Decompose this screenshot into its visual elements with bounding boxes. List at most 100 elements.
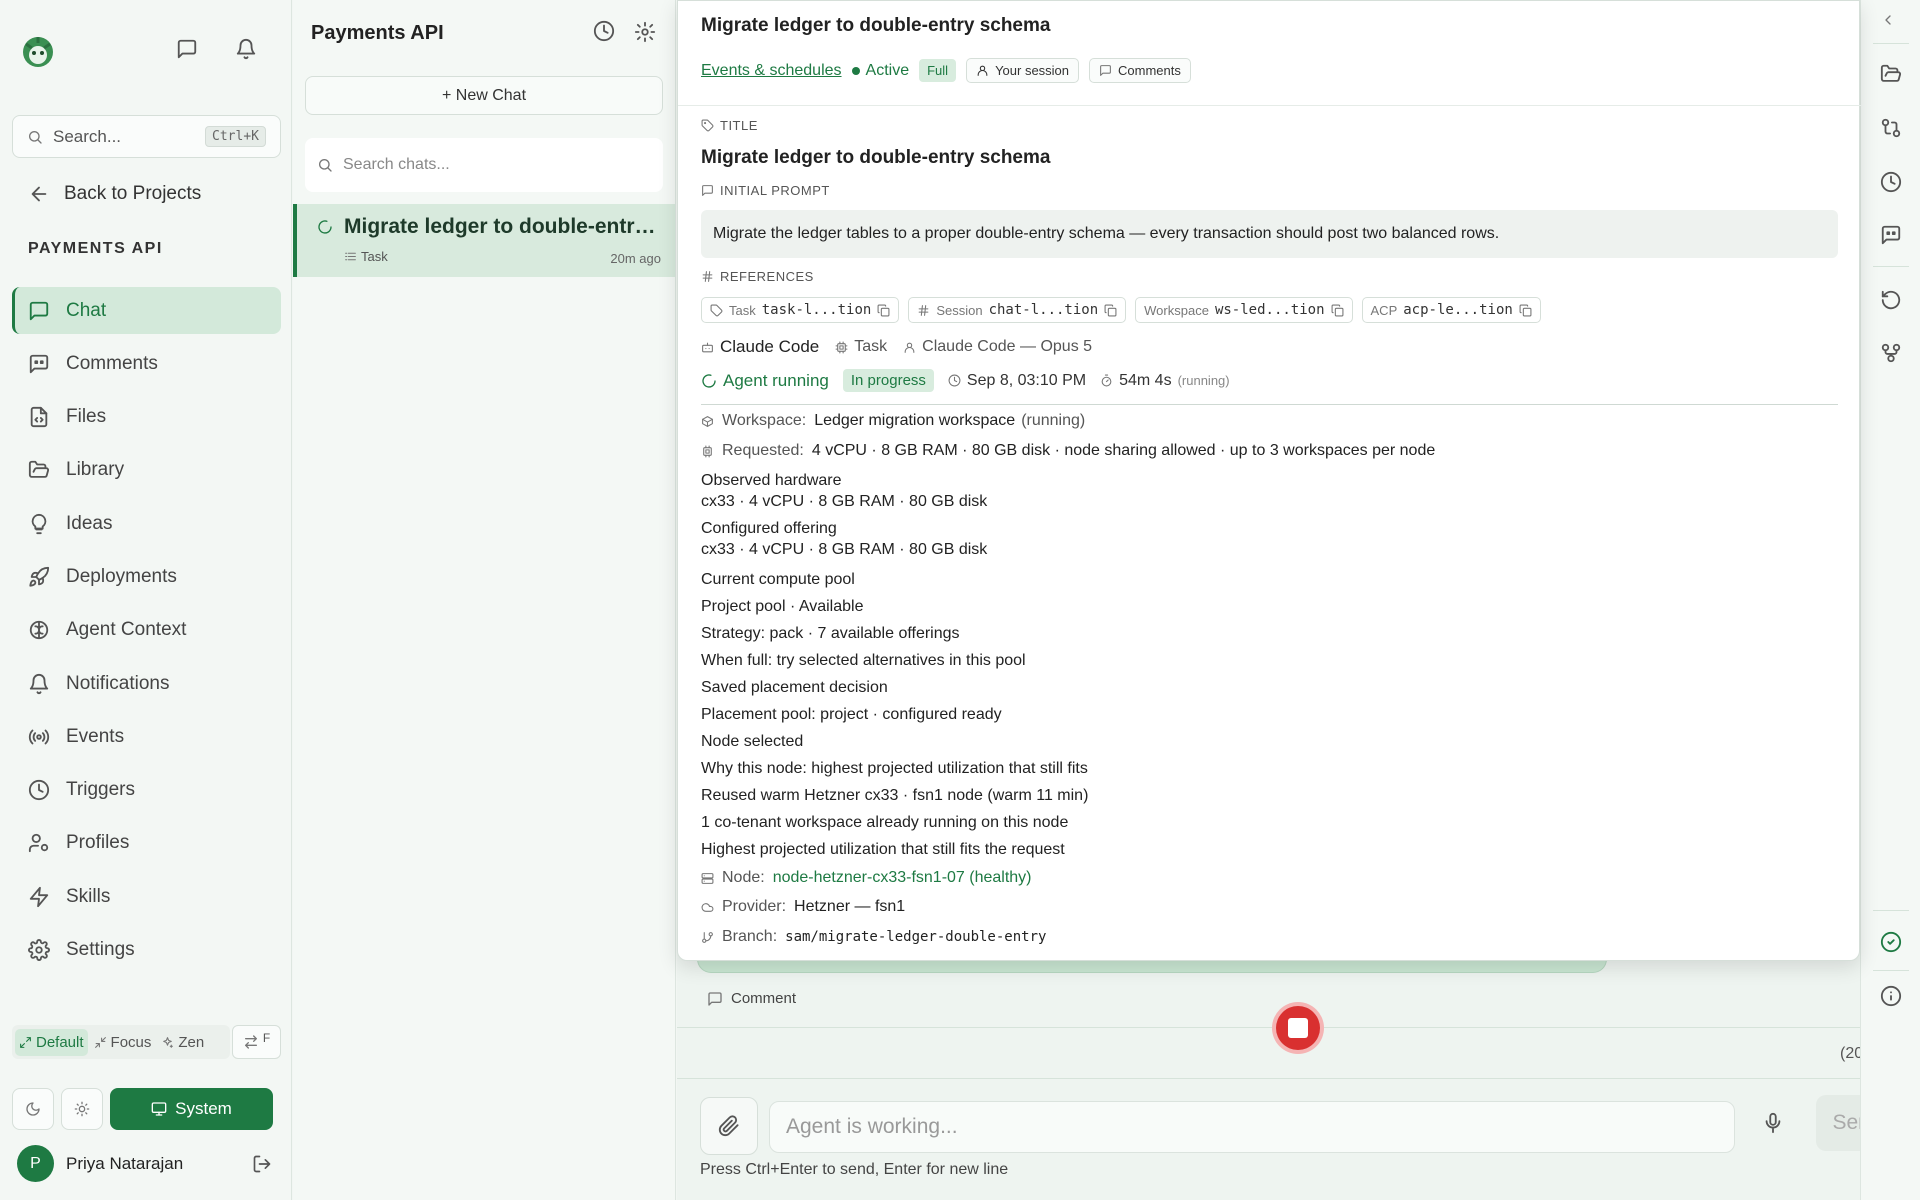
copy-icon[interactable] [1104,304,1117,317]
duration: 54m 4s (running) [1100,372,1230,390]
chat-list-item[interactable]: Migrate ledger to double-entry schema Ta… [293,204,675,277]
swap-label: F [262,1031,271,1045]
light-theme-button[interactable] [61,1088,103,1130]
message-placeholder: Agent is working... [786,1115,958,1138]
theme-switch: System [12,1088,281,1130]
sidebar-item-chat[interactable]: Chat [12,287,281,334]
sidebar-item-files[interactable]: Files [12,394,281,441]
agent-meta: Claude Code Task Claude Code — Opus 5 [701,337,1092,357]
sidebar-item-label: Agent Context [66,619,187,641]
co-tenant: 1 co-tenant workspace already running on… [701,814,1069,831]
sidebar-item-notifications[interactable]: Notifications [12,660,281,707]
your-session-button[interactable]: Your session [966,58,1080,83]
initial-prompt: Migrate the ledger tables to a proper do… [701,210,1838,258]
duration-note: (running) [1177,373,1230,388]
git-compare-icon[interactable] [1880,117,1902,139]
back-to-projects-link[interactable]: Back to Projects [28,183,201,205]
branch-value: sam/migrate-ledger-double-entry [785,929,1047,945]
check-circle-icon[interactable] [1880,931,1902,953]
ref-kind: Session [936,302,983,318]
box-icon [702,415,713,427]
sidebar-item-triggers[interactable]: Triggers [12,767,281,814]
sidebar-item-library[interactable]: Library [12,447,281,494]
copy-icon[interactable] [1331,304,1344,317]
clock-icon [28,780,50,801]
sidebar-item-skills[interactable]: Skills [12,873,281,920]
comment-button[interactable]: Comment [707,990,796,1007]
undo-icon[interactable] [1880,289,1902,311]
mode-focus-button[interactable]: Focus [90,1029,156,1056]
sidebar-item-label: Profiles [66,832,130,854]
comments-icon [29,354,49,373]
system-theme-button[interactable]: System [110,1088,273,1130]
sidebar-item-ideas[interactable]: Ideas [12,500,281,547]
ref-acp[interactable]: ACP acp-le...tion [1361,297,1541,323]
microphone-icon[interactable] [1762,1112,1784,1134]
ref-workspace[interactable]: Workspace ws-led...tion [1135,297,1353,323]
session-type: Task [835,338,887,356]
cpu-icon [835,341,848,353]
loading-spinner-icon [318,220,332,234]
configured-value: cx33 · 4 vCPU · 8 GB RAM · 80 GB disk [701,541,988,558]
agent-name: Claude Code [701,337,819,357]
copy-icon[interactable] [1519,304,1532,317]
arrow-left-icon [31,186,47,202]
chat-search-input[interactable]: Search chats... [305,138,663,192]
logout-icon[interactable] [252,1154,272,1174]
sidebar-item-label: Skills [66,885,111,907]
git-branch-icon [702,931,713,943]
avatar[interactable]: P [17,1145,54,1182]
back-label: Back to Projects [64,183,202,204]
clock-icon[interactable] [1880,171,1902,193]
monitor-icon [151,1102,167,1116]
when-full: When full: try selected alternatives in … [701,652,1026,669]
global-search[interactable]: Search... Ctrl+K [12,115,281,158]
sidebar: Search... Ctrl+K Back to Projects PAYMEN… [0,0,292,1200]
mode-zen-button[interactable]: Zen [157,1029,208,1056]
comments-button[interactable]: Comments [1089,58,1191,83]
popover-title: Migrate ledger to double-entry schema [701,15,1051,36]
mode-default-button[interactable]: Default [15,1028,88,1056]
ref-task[interactable]: Task task-l...tion [701,297,900,323]
sidebar-item-comments[interactable]: Comments [12,340,281,387]
sidebar-item-events[interactable]: Events [12,713,281,760]
sidebar-item-deployments[interactable]: Deployments [12,553,281,600]
branch-label: Branch: [722,928,778,945]
attach-button[interactable] [700,1097,758,1155]
comments-icon[interactable] [1880,224,1902,246]
gear-icon[interactable] [634,21,656,43]
swap-sides-button[interactable]: F [232,1025,281,1059]
sidebar-item-profiles[interactable]: Profiles [12,820,281,867]
info-icon[interactable] [1880,985,1902,1007]
right-rail [1860,0,1920,1200]
sidebar-item-settings[interactable]: Settings [12,927,281,974]
mode-label: Zen [178,1033,205,1051]
observed-label: Observed hardware [701,472,842,489]
message-icon [702,185,713,196]
folder-open-icon[interactable] [1880,63,1902,85]
model-label: Claude Code — Opus 5 [922,338,1093,355]
sidebar-item-label: Library [66,459,125,481]
node-link[interactable]: node-hetzner-cx33-fsn1-07 (healthy) [773,869,1032,887]
sidebar-item-agent-context[interactable]: Agent Context [12,607,281,654]
chevron-left-icon[interactable] [1880,12,1896,28]
status-dot [851,66,860,75]
bell-icon[interactable] [235,38,257,60]
new-chat-button[interactable]: + New Chat [305,76,663,115]
history-icon[interactable] [593,20,615,42]
stop-agent-button[interactable] [1276,1006,1320,1050]
ref-session[interactable]: Session chat-l...tion [908,297,1127,323]
app-logo[interactable] [20,34,56,70]
cloud-icon [701,902,714,912]
full-badge[interactable]: Full [919,59,957,82]
events-schedules-link[interactable]: Events & schedules [701,62,842,80]
messages-icon[interactable] [176,38,198,60]
dark-theme-button[interactable] [12,1088,54,1130]
mode-label: Focus [110,1033,152,1051]
copy-icon[interactable] [877,304,890,317]
duration-label: 54m 4s [1119,371,1172,389]
configured-label: Configured offering [701,520,837,537]
message-input[interactable]: Agent is working... [769,1101,1735,1153]
sidebar-item-label: Notifications [66,672,170,694]
git-fork-icon[interactable] [1880,342,1902,364]
